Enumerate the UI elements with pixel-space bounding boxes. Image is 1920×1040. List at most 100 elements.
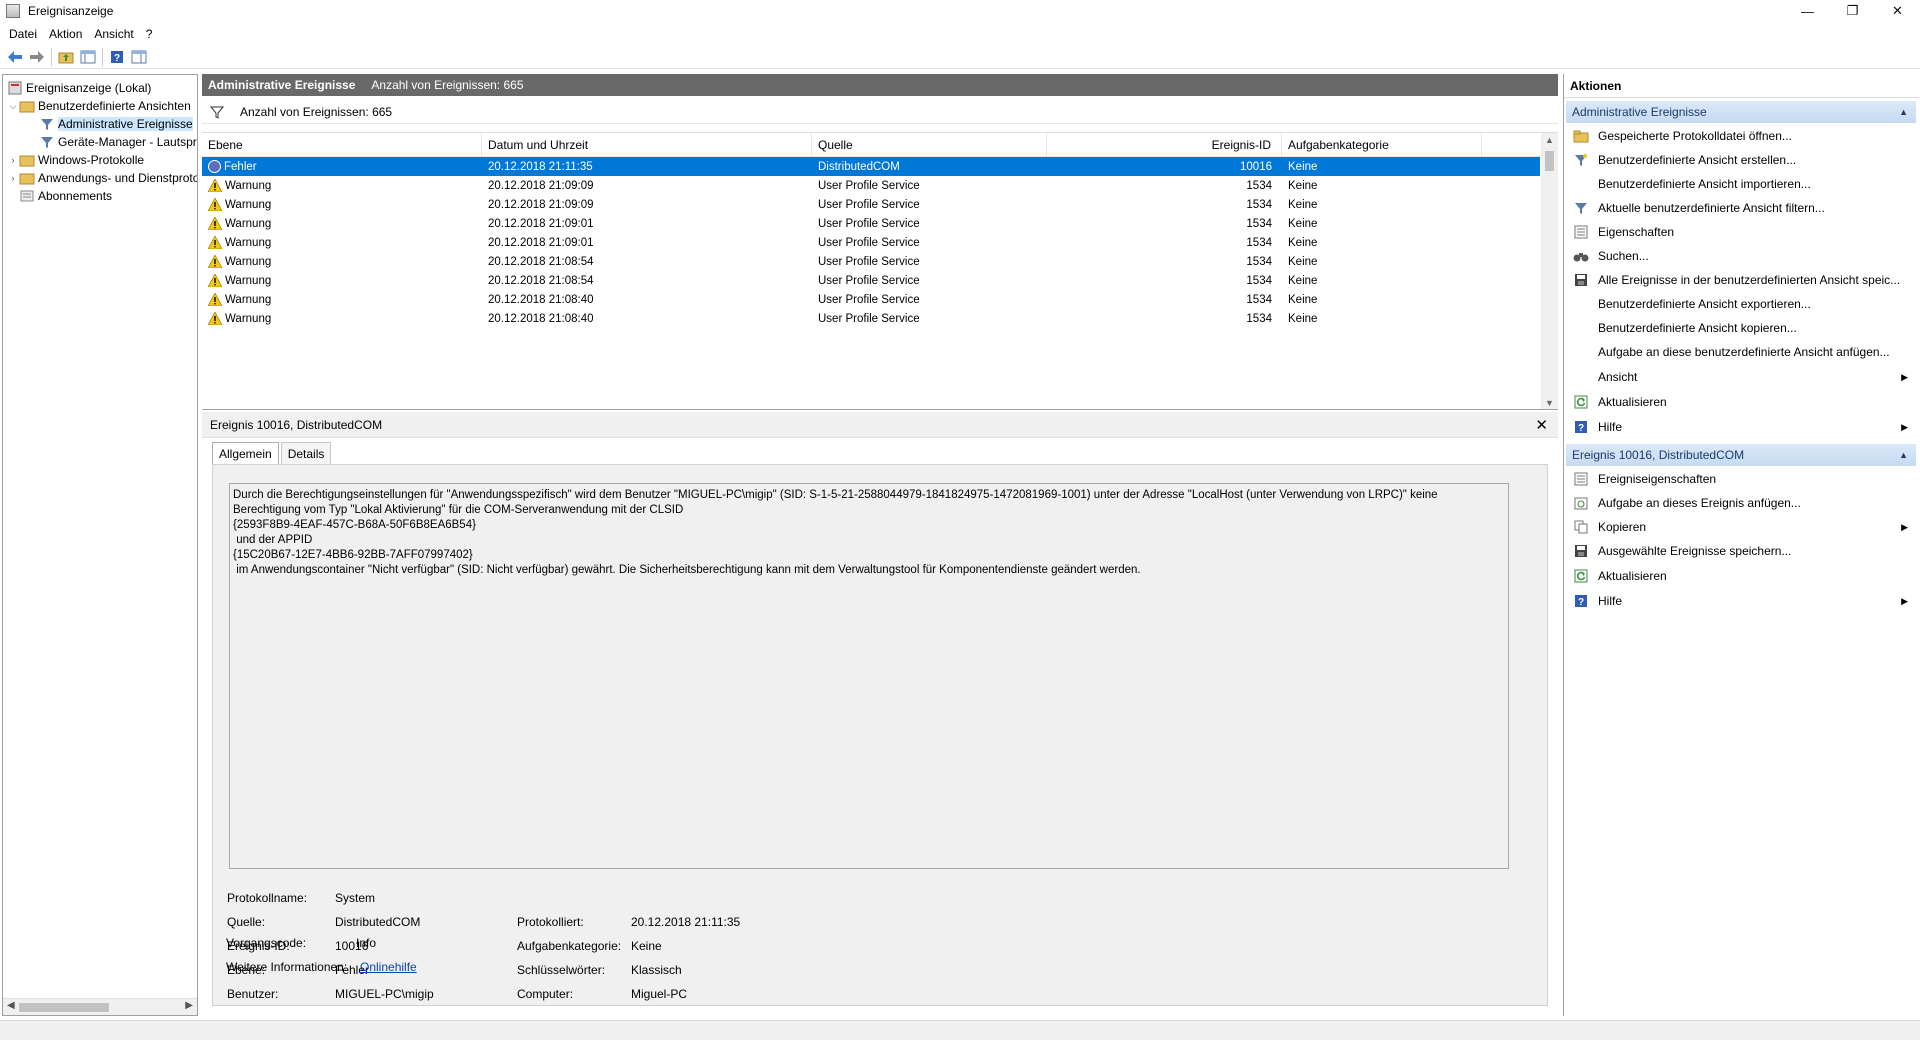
cell-level: Warnung (225, 312, 272, 325)
column-header-date[interactable]: Datum und Uhrzeit (482, 133, 812, 157)
maximize-button[interactable]: ❐ (1830, 0, 1875, 22)
action-label: Aktuelle benutzerdefinierte Ansicht filt… (1598, 201, 1825, 215)
tree-item-subscriptions[interactable]: Abonnements (19, 187, 112, 205)
events-table: Ebene Datum und Uhrzeit Quelle Ereignis-… (202, 132, 1558, 410)
table-row[interactable]: Warnung 20.12.2018 21:09:01 User Profile… (202, 214, 1540, 233)
tree-item-device-manager[interactable]: Geräte-Manager - Lautsprecher (39, 133, 197, 151)
action-help-event[interactable]: ? Hilfe ▶ (1566, 589, 1916, 613)
back-button[interactable] (4, 46, 26, 68)
action-copy-custom-view[interactable]: Benutzerdefinierte Ansicht kopieren... (1566, 316, 1916, 340)
minimize-button[interactable]: — (1785, 0, 1830, 22)
table-row[interactable]: Warnung 20.12.2018 21:08:40 User Profile… (202, 309, 1540, 328)
menu-datei[interactable]: Datei (3, 27, 43, 41)
action-pane-button[interactable] (128, 46, 150, 68)
cell-date: 20.12.2018 21:09:01 (488, 217, 594, 230)
action-save-all-events[interactable]: Alle Ereignisse in der benutzerdefiniert… (1566, 268, 1916, 292)
up-folder-button[interactable] (55, 46, 77, 68)
action-help[interactable]: ? Hilfe ▶ (1566, 415, 1916, 439)
action-export-custom-view[interactable]: Benutzerdefinierte Ansicht exportieren..… (1566, 292, 1916, 316)
cell-level: Warnung (225, 255, 272, 268)
tab-allgemein[interactable]: Allgemein (212, 442, 279, 465)
collapsed-chevron-icon[interactable]: › (7, 155, 19, 165)
refresh-icon (1572, 567, 1590, 585)
help-button[interactable]: ? (106, 46, 128, 68)
close-window-button[interactable]: ✕ (1875, 0, 1920, 22)
action-attach-task-event[interactable]: Aufgabe an dieses Ereignis anfügen... (1566, 491, 1916, 515)
prop-value-user: MIGUEL-PC\migip (335, 987, 434, 1001)
cell-source: User Profile Service (818, 217, 920, 230)
task-icon (1572, 494, 1590, 512)
collapse-caret-icon[interactable]: ▲ (1899, 107, 1908, 117)
column-header-level[interactable]: Ebene (202, 133, 482, 157)
cell-category: Keine (1288, 179, 1318, 192)
scroll-right-arrow-icon[interactable]: ▶ (185, 1000, 193, 1011)
table-row[interactable]: Warnung 20.12.2018 21:09:09 User Profile… (202, 195, 1540, 214)
action-label: Kopieren (1598, 520, 1647, 534)
tree-item-app-service-logs[interactable]: › Anwendungs- und Dienstprotokolle (7, 169, 198, 187)
scroll-down-arrow-icon[interactable]: ▼ (1545, 398, 1554, 408)
action-search[interactable]: Suchen... (1566, 244, 1916, 268)
action-event-properties[interactable]: Ereigniseigenschaften (1566, 467, 1916, 491)
event-message[interactable]: Durch die Berechtigungseinstellungen für… (229, 483, 1509, 869)
section-label: Ereignis 10016, DistributedCOM (1572, 448, 1745, 462)
action-properties[interactable]: Eigenschaften (1566, 220, 1916, 244)
action-open-saved-log[interactable]: Gespeicherte Protokolldatei öffnen... (1566, 124, 1916, 148)
cell-event-id: 1534 (1246, 274, 1272, 287)
actions-section-event[interactable]: Ereignis 10016, DistributedCOM ▲ (1566, 444, 1916, 466)
console-tree-button[interactable] (77, 46, 99, 68)
action-copy[interactable]: Kopieren ▶ (1566, 515, 1916, 539)
table-row[interactable]: Warnung 20.12.2018 21:08:40 User Profile… (202, 290, 1540, 309)
tree-horizontal-scrollbar[interactable]: ◀ ▶ (3, 998, 197, 1015)
action-create-custom-view[interactable]: Benutzerdefinierte Ansicht erstellen... (1566, 148, 1916, 172)
collapse-caret-icon[interactable]: ▲ (1899, 450, 1908, 460)
center-pane: Administrative Ereignisse Anzahl von Ere… (202, 74, 1558, 1016)
cell-category: Keine (1288, 217, 1318, 230)
help-icon: ? (111, 50, 123, 64)
table-row[interactable]: Warnung 20.12.2018 21:09:01 User Profile… (202, 233, 1540, 252)
table-row[interactable]: Warnung 20.12.2018 21:09:09 User Profile… (202, 176, 1540, 195)
online-help-link[interactable]: Onlinehilfe (360, 960, 417, 974)
table-row[interactable]: Fehler 20.12.2018 21:11:35 DistributedCO… (202, 157, 1540, 176)
view-header: Administrative Ereignisse Anzahl von Ere… (202, 74, 1558, 96)
tree-item-root[interactable]: Ereignisanzeige (Lokal) (7, 79, 151, 97)
scroll-left-arrow-icon[interactable]: ◀ (7, 1000, 15, 1011)
column-header-task-category[interactable]: Aufgabenkategorie (1282, 133, 1482, 157)
scrollbar-thumb[interactable] (1545, 151, 1554, 171)
table-row[interactable]: Warnung 20.12.2018 21:08:54 User Profile… (202, 252, 1540, 271)
close-icon[interactable]: ✕ (1535, 416, 1548, 434)
collapsed-chevron-icon[interactable]: › (7, 173, 19, 183)
cell-level: Warnung (225, 179, 272, 192)
filter-icon (39, 116, 55, 132)
action-view-submenu[interactable]: Ansicht ▶ (1566, 365, 1916, 389)
filter-icon (1572, 151, 1590, 169)
scroll-up-arrow-icon[interactable]: ▲ (1545, 135, 1554, 145)
prop-label: Aufgabenkategorie: (517, 939, 622, 953)
action-save-selected[interactable]: Ausgewählte Ereignisse speichern... (1566, 539, 1916, 563)
column-header-event-id[interactable]: Ereignis-ID (1047, 133, 1282, 157)
cell-source: User Profile Service (818, 255, 920, 268)
action-label: Ausgewählte Ereignisse speichern... (1598, 544, 1792, 558)
forward-button[interactable] (26, 46, 48, 68)
menu-aktion[interactable]: Aktion (43, 27, 88, 41)
actions-section-admin-events[interactable]: Administrative Ereignisse ▲ (1566, 101, 1916, 123)
action-filter-current-view[interactable]: Aktuelle benutzerdefinierte Ansicht filt… (1566, 196, 1916, 220)
help-icon: ? (1572, 592, 1590, 610)
action-attach-task-view[interactable]: Aufgabe an diese benutzerdefinierte Ansi… (1566, 340, 1916, 364)
action-refresh[interactable]: Aktualisieren (1566, 390, 1916, 414)
table-vertical-scrollbar[interactable]: ▲ ▼ (1541, 133, 1558, 409)
event-detail-body: Durch die Berechtigungseinstellungen für… (212, 464, 1548, 1006)
expanded-chevron-icon[interactable]: ⌵ (7, 101, 19, 112)
tree-item-admin-events[interactable]: Administrative Ereignisse (39, 115, 193, 133)
tab-details[interactable]: Details (280, 442, 332, 465)
prop-label: Weitere Informationen: (226, 960, 348, 974)
action-refresh-event[interactable]: Aktualisieren (1566, 564, 1916, 588)
table-row[interactable]: Warnung 20.12.2018 21:08:54 User Profile… (202, 271, 1540, 290)
scrollbar-thumb[interactable] (19, 1003, 109, 1012)
tree-item-windows-logs[interactable]: › Windows-Protokolle (7, 151, 145, 169)
menu-ansicht[interactable]: Ansicht (88, 27, 139, 41)
action-import-custom-view[interactable]: Benutzerdefinierte Ansicht importieren..… (1566, 172, 1916, 196)
column-header-source[interactable]: Quelle (812, 133, 1047, 157)
tree-item-custom-views[interactable]: ⌵ Benutzerdefinierte Ansichten (7, 97, 191, 115)
svg-text:?: ? (114, 53, 120, 64)
menu-help[interactable]: ? (140, 27, 159, 41)
